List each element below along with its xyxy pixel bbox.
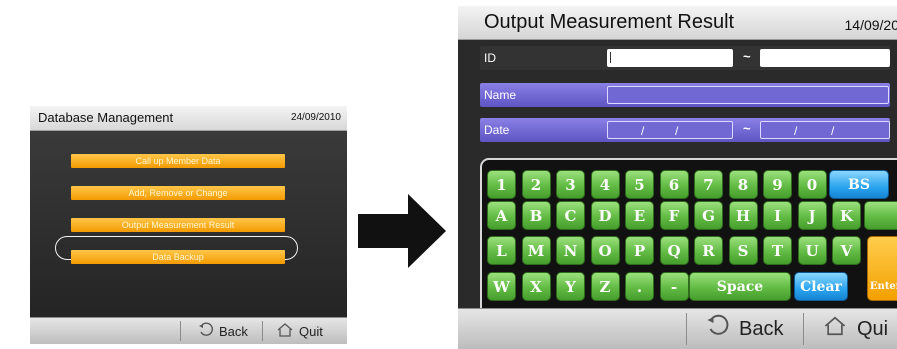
output-measurement-result-screen: Output Measurement Result 14/09/20 ID ~ … (458, 6, 897, 349)
name-field[interactable] (607, 86, 889, 104)
key-m[interactable]: M (521, 236, 551, 265)
date-label: Date (484, 123, 510, 137)
blank-key[interactable] (864, 201, 897, 230)
backspace-key[interactable]: BS (829, 170, 889, 199)
key-y[interactable]: Y (556, 272, 585, 301)
title-bar: Database Management 24/09/2010 (30, 106, 347, 131)
key-7[interactable]: 7 (694, 170, 723, 199)
key-u[interactable]: U (797, 236, 827, 265)
key-hyphen[interactable]: - (659, 272, 689, 301)
key-e[interactable]: E (625, 201, 654, 230)
footer-divider (180, 321, 181, 341)
back-button[interactable]: Back (198, 318, 248, 344)
footer-divider (803, 313, 804, 345)
key-period[interactable]: . (625, 272, 654, 301)
screen-date: 14/09/20 (844, 17, 897, 33)
key-9[interactable]: 9 (763, 170, 792, 199)
space-key[interactable]: Space (689, 272, 791, 301)
key-r[interactable]: R (694, 236, 723, 265)
screen-title: Database Management (38, 110, 174, 125)
key-s[interactable]: S (728, 236, 758, 265)
key-x[interactable]: X (521, 272, 551, 301)
key-q[interactable]: Q (659, 236, 689, 265)
key-0[interactable]: 0 (797, 170, 827, 199)
date-separator: / (675, 124, 679, 138)
quit-button[interactable]: Quit (276, 318, 323, 344)
database-management-screen: Database Management 24/09/2010 Call up M… (30, 106, 347, 344)
name-row: Name (480, 83, 890, 107)
footer-divider (262, 321, 263, 341)
date-separator: / (794, 124, 798, 138)
back-label: Back (739, 317, 784, 340)
key-c[interactable]: C (556, 201, 585, 230)
output-measurement-result-button[interactable]: Output Measurement Result (71, 218, 285, 232)
key-h[interactable]: H (728, 201, 758, 230)
key-k[interactable]: K (832, 201, 861, 230)
text-cursor (610, 52, 611, 63)
screen-title: Output Measurement Result (484, 11, 735, 33)
key-v[interactable]: V (832, 236, 861, 265)
back-label: Back (219, 323, 248, 339)
key-t[interactable]: T (763, 236, 792, 265)
date-to-field[interactable]: / / (760, 121, 890, 139)
date-separator: / (831, 124, 835, 138)
key-1[interactable]: 1 (487, 170, 516, 199)
key-w[interactable]: W (487, 272, 516, 301)
key-l[interactable]: L (487, 236, 516, 265)
call-up-member-data-button[interactable]: Call up Member Data (71, 154, 285, 168)
quit-label: Qui (857, 317, 889, 340)
date-range-separator: ~ (743, 121, 751, 136)
key-j[interactable]: J (797, 201, 827, 230)
key-b[interactable]: B (521, 201, 551, 230)
key-g[interactable]: G (694, 201, 723, 230)
data-backup-button[interactable]: Data Backup (71, 250, 285, 264)
enter-key[interactable]: Enter (867, 236, 897, 301)
clear-key[interactable]: Clear (794, 272, 848, 301)
arrow-right-icon (358, 194, 446, 268)
quit-label: Quit (299, 323, 323, 339)
key-d[interactable]: D (590, 201, 620, 230)
key-4[interactable]: 4 (590, 170, 620, 199)
key-o[interactable]: O (590, 236, 620, 265)
footer-bar: Back Qui (458, 308, 897, 349)
quit-button[interactable]: Qui (822, 309, 888, 349)
id-label: ID (484, 51, 496, 65)
id-from-field[interactable] (607, 49, 733, 67)
back-icon (706, 314, 730, 344)
home-icon (822, 315, 848, 343)
footer-bar: Back Quit (30, 317, 347, 344)
key-z[interactable]: Z (590, 272, 620, 301)
back-button[interactable]: Back (706, 309, 783, 349)
home-icon (276, 322, 294, 341)
date-separator: / (641, 124, 645, 138)
title-bar: Output Measurement Result 14/09/20 (458, 6, 897, 40)
key-p[interactable]: P (625, 236, 654, 265)
key-3[interactable]: 3 (556, 170, 585, 199)
id-range-separator: ~ (743, 49, 751, 64)
back-icon (198, 322, 214, 341)
footer-divider (686, 313, 687, 345)
name-label: Name (484, 88, 517, 102)
menu-area: Call up Member Data Add, Remove or Chang… (30, 131, 347, 318)
key-5[interactable]: 5 (625, 170, 654, 199)
id-to-field[interactable] (760, 49, 890, 67)
add-remove-change-button[interactable]: Add, Remove or Change (71, 186, 285, 200)
screen-date: 24/09/2010 (290, 112, 341, 123)
date-row: Date / / ~ / / (480, 118, 890, 142)
key-n[interactable]: N (556, 236, 585, 265)
key-a[interactable]: A (487, 201, 516, 230)
key-2[interactable]: 2 (521, 170, 551, 199)
key-f[interactable]: F (659, 201, 689, 230)
id-row: ID ~ (480, 46, 890, 70)
key-i[interactable]: I (763, 201, 792, 230)
key-8[interactable]: 8 (728, 170, 758, 199)
date-from-field[interactable]: / / (607, 121, 733, 139)
key-6[interactable]: 6 (659, 170, 689, 199)
